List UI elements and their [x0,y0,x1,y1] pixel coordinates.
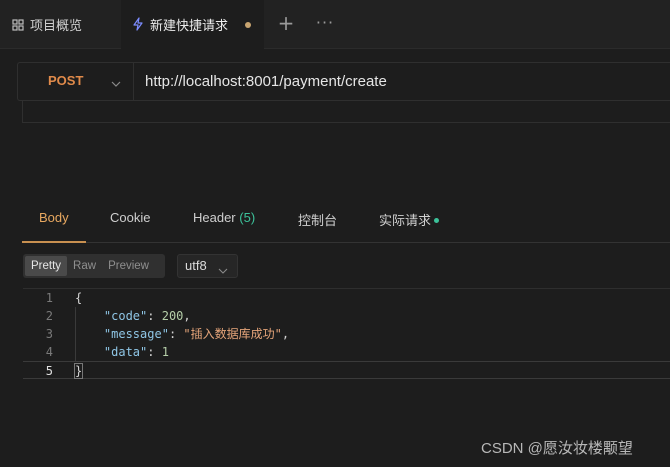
tab-console[interactable]: 控制台 [298,210,337,229]
tab-header-label: Header [193,210,236,225]
watermark: CSDN @愿汝妆楼颙望 [481,440,633,457]
method-select[interactable]: POST [18,63,134,100]
line-number: 4 [45,345,53,359]
status-dot [434,218,440,224]
more-tabs-button[interactable]: ··· [315,12,335,36]
view-mode-raw[interactable]: Raw [67,256,102,276]
encoding-select[interactable]: utf8 [177,254,238,278]
tab-actual-request[interactable]: 实际请求 [379,210,440,229]
close-brace: } [73,363,84,379]
url-input[interactable] [145,63,665,100]
code-line-current: 5 } [23,361,670,379]
json-key: "message" [103,327,169,341]
tab-project-overview-label: 项目概览 [30,19,83,34]
view-mode-pretty[interactable]: Pretty [25,256,68,276]
tab-bar: 项目概览 新建快捷请求 + ··· [0,0,670,49]
grid-icon [11,18,25,32]
view-mode-preview[interactable]: Preview [102,256,155,276]
line-number: 3 [45,327,53,341]
json-key: "code" [103,309,148,323]
lightning-icon [131,17,145,31]
line-number: 1 [45,291,53,305]
open-brace: { [75,291,83,305]
active-tab-indicator [22,241,86,243]
tab-new-quick-request-label: 新建快捷请求 [150,18,229,34]
tab-body[interactable]: Body [39,210,69,225]
code-line: 4 "data": 1 [23,343,670,361]
json-number: 1 [161,345,169,359]
chevron-down-icon [218,261,228,274]
new-tab-button[interactable]: + [276,12,296,36]
request-url-bar: POST [17,62,670,101]
encoding-label: utf8 [185,258,207,273]
code-line: 1 { [23,289,670,307]
json-number: 200 [161,309,184,323]
header-count-badge: (5) [239,210,256,225]
code-line: 3 "message": "插入数据库成功", [23,325,670,343]
tab-header[interactable]: Header (5) [193,210,255,225]
line-number: 5 [45,364,53,378]
response-tabs: Body Cookie Header (5) 控制台 实际请求 [22,200,670,243]
json-key: "data" [103,345,148,359]
json-string: "插入数据库成功" [183,327,282,341]
tab-project-overview[interactable]: 项目概览 [0,0,120,49]
request-params-area [22,101,670,123]
method-label: POST [48,73,84,88]
view-mode-switch: Pretty Raw Preview [23,254,165,278]
unsaved-indicator [245,22,251,28]
chevron-down-icon [110,75,122,87]
tab-new-quick-request[interactable]: 新建快捷请求 [121,0,264,49]
code-line: 2 "code": 200, [23,307,670,325]
tab-cookie[interactable]: Cookie [110,210,150,225]
line-number: 2 [45,309,53,323]
tab-actual-request-label: 实际请求 [379,213,432,228]
